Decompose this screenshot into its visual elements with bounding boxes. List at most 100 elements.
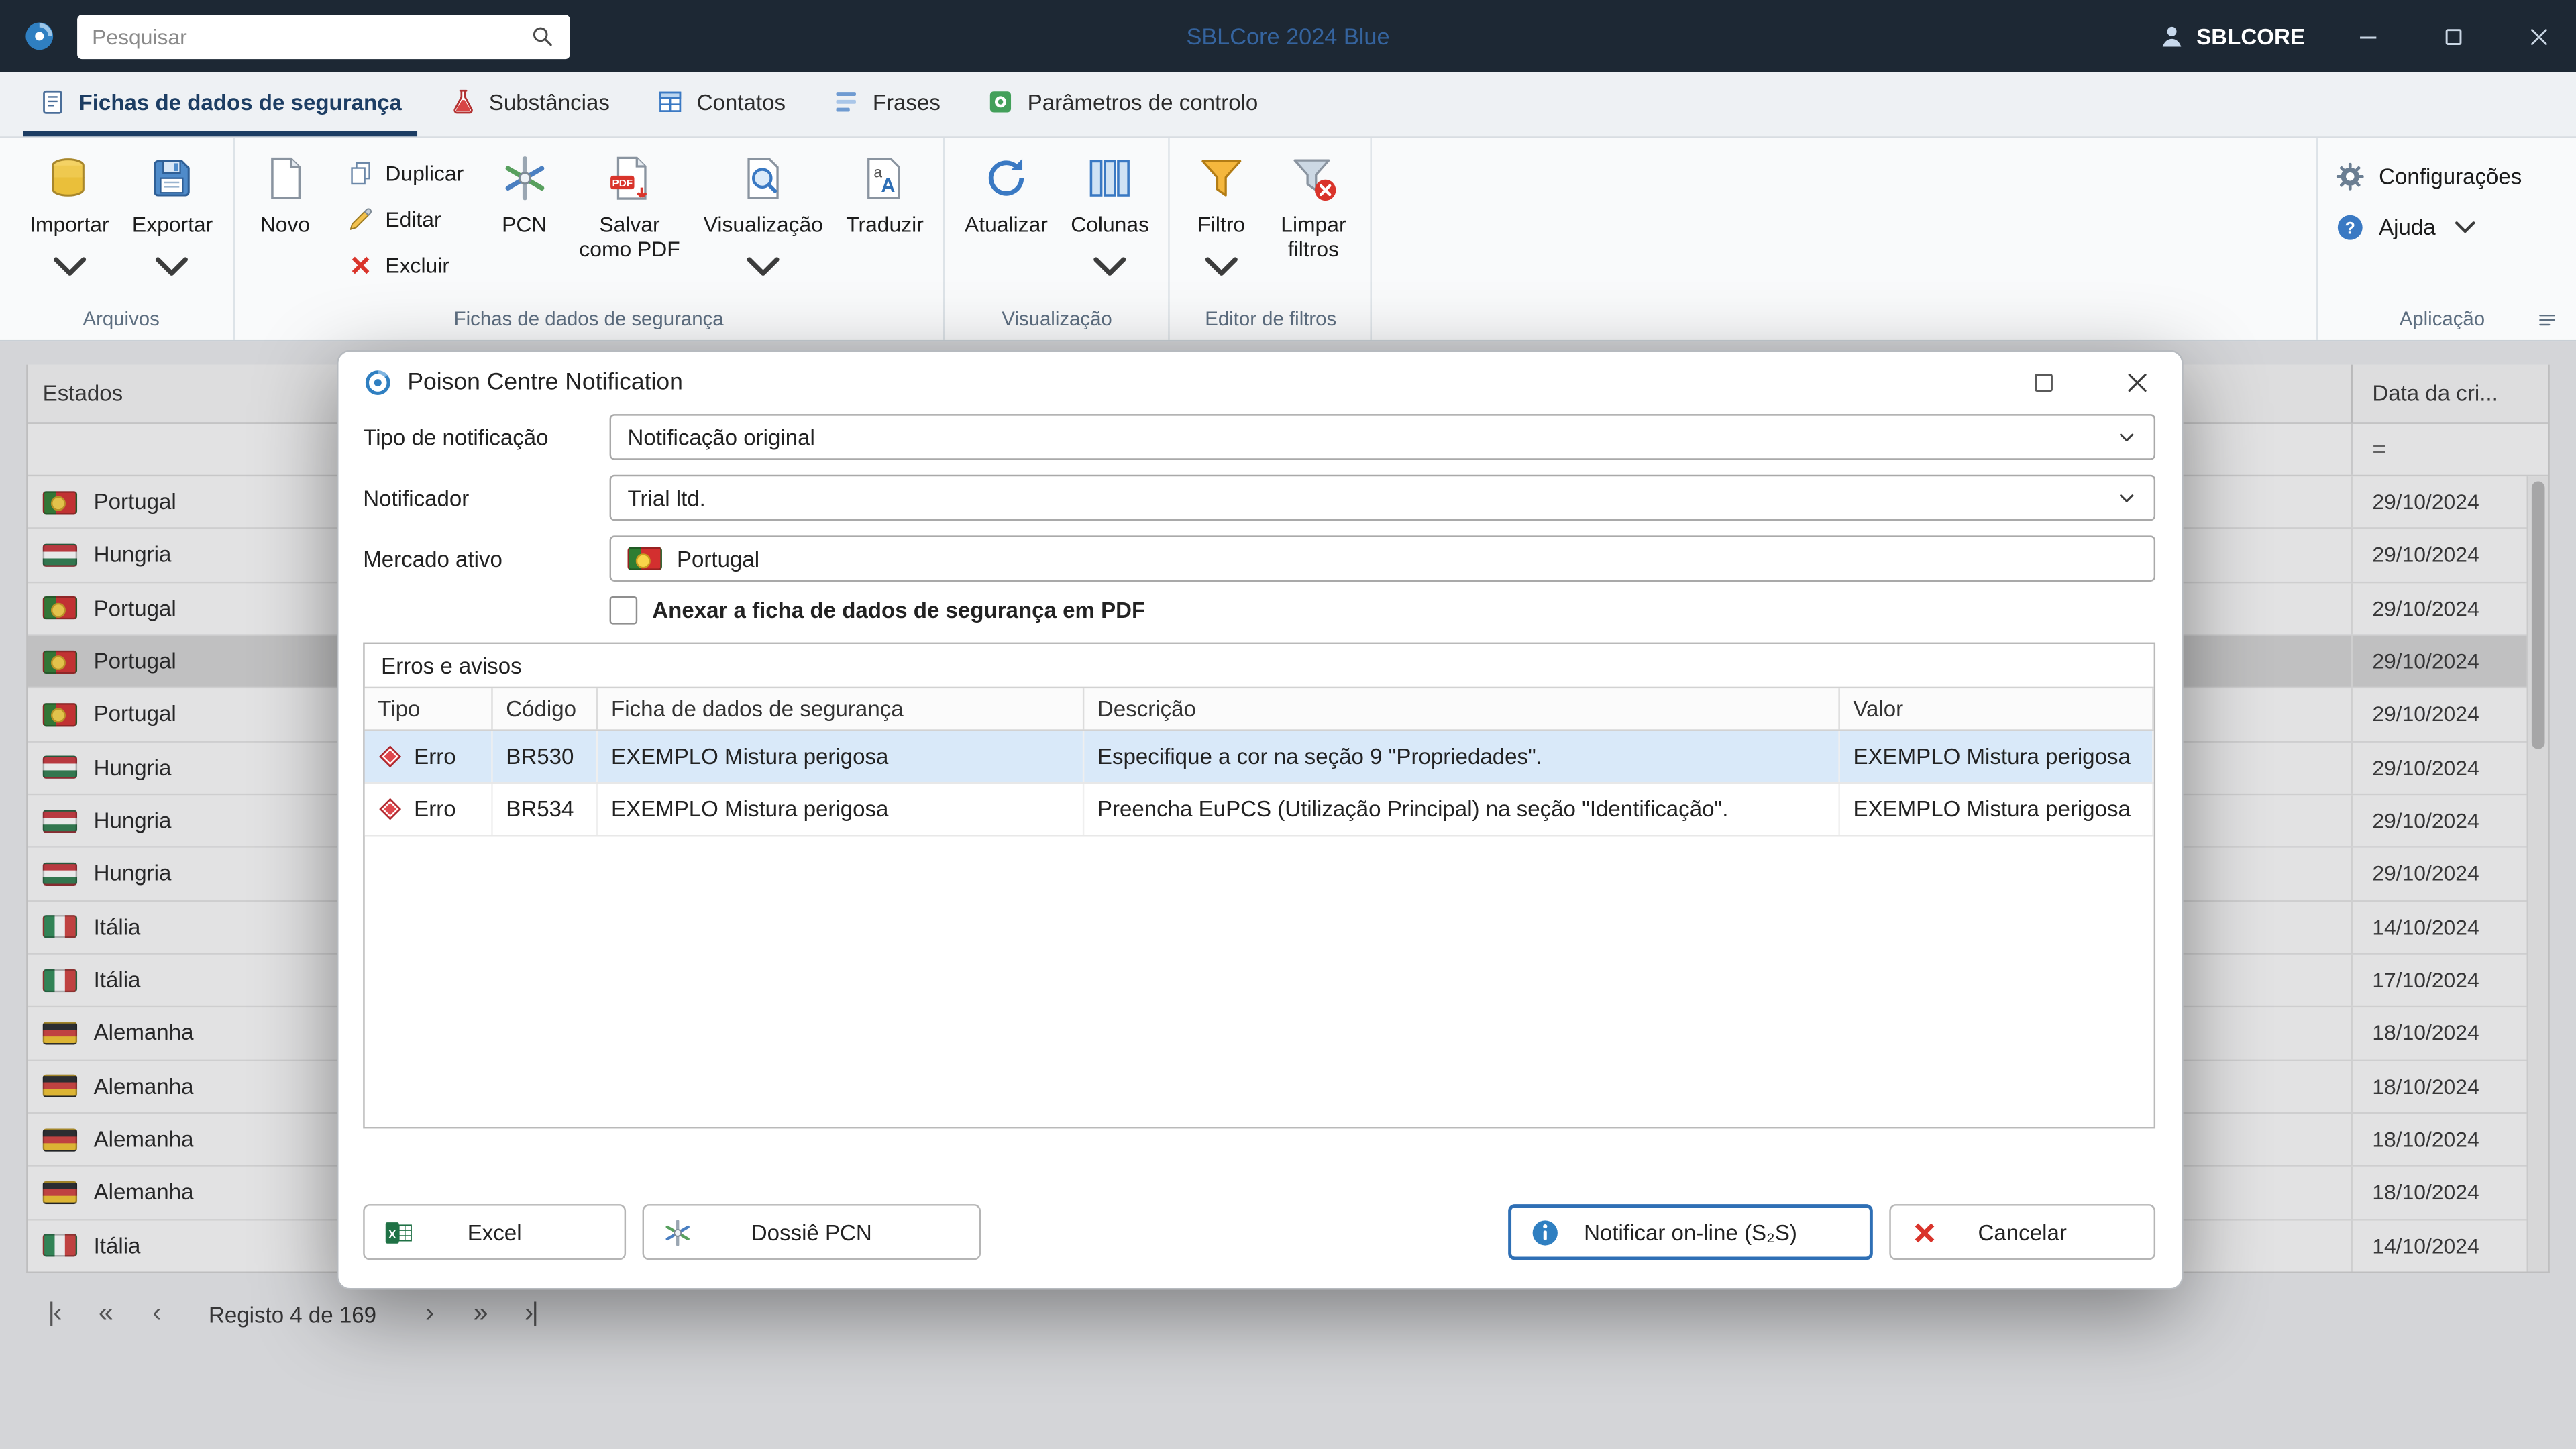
- ribbon-group-label: Arquivos: [19, 304, 223, 340]
- ribbon-button-configuracoes[interactable]: Configurações: [2324, 151, 2559, 202]
- ribbon-button-stack: Duplicar Editar Excluir: [329, 142, 480, 281]
- ribbon-tabs: Fichas de dados de segurança Substâncias C…: [0, 72, 2576, 138]
- errors-column-codigo[interactable]: Código: [493, 688, 598, 729]
- svg-text:A: A: [881, 175, 896, 197]
- errors-groupbox: Erros e avisos TipoCódigoFicha de dados …: [363, 643, 2155, 1129]
- tab-contatos[interactable]: Contatos: [641, 72, 800, 137]
- chevron-down-icon: [1085, 241, 1136, 292]
- ribbon-app-group: Configurações? Ajuda Aplicação: [2316, 138, 2566, 340]
- ribbon-button-salvar-como-pdf[interactable]: PDFSalvar como PDF: [569, 142, 690, 266]
- errors-column-valor[interactable]: Valor: [1840, 688, 2154, 729]
- ribbon-group-label: Fichas de dados de segurança: [244, 304, 934, 340]
- error-row-BR530[interactable]: ErroBR530EXEMPLO Mistura perigosaEspecif…: [365, 731, 2154, 784]
- error-type-cell: Erro: [365, 784, 493, 835]
- ribbon-button-visualizacao[interactable]: Visualização: [694, 142, 833, 296]
- user-icon: [2157, 21, 2186, 51]
- tab-parametros-de-controlo[interactable]: Parâmetros de controlo: [971, 72, 1273, 137]
- search-input[interactable]: [92, 24, 529, 49]
- close-button[interactable]: [2525, 22, 2553, 50]
- search-box[interactable]: [77, 14, 570, 58]
- import-database-icon: [44, 153, 95, 204]
- cancel-button-label: Cancelar: [1978, 1220, 2067, 1244]
- ribbon-button-duplicar[interactable]: Duplicar: [339, 158, 470, 189]
- ribbon-button-importar[interactable]: Importar: [19, 142, 119, 296]
- ribbon-button-traduzir[interactable]: aATraduzir: [837, 142, 934, 241]
- dialog-maximize-button[interactable]: [2029, 368, 2058, 398]
- excel-button-label: Excel: [468, 1220, 522, 1244]
- info-icon: [1529, 1216, 1561, 1248]
- search-icon[interactable]: [529, 23, 555, 49]
- preview-icon: [738, 153, 789, 204]
- tab-frases[interactable]: Frases: [817, 72, 955, 137]
- app-logo-icon: [23, 19, 56, 52]
- export-save-icon: [147, 153, 198, 204]
- dialog-close-button[interactable]: [2123, 368, 2152, 398]
- chevron-down-icon: [2116, 427, 2137, 448]
- pcn-asterisk-icon: [662, 1216, 694, 1248]
- notifier-label: Notificador: [363, 486, 609, 511]
- ribbon-group-editor-de-filtros: FiltroLimpar filtrosEditor de filtros: [1171, 138, 1373, 340]
- refresh-icon: [981, 153, 1032, 204]
- maximize-button[interactable]: [2440, 22, 2468, 50]
- errors-group-title: Erros e avisos: [365, 644, 2154, 687]
- notification-type-select[interactable]: Notificação original: [610, 414, 2155, 460]
- button-label: Salvar como PDF: [579, 213, 681, 262]
- phrases-icon: [832, 87, 861, 117]
- user-area[interactable]: SBLCORE: [2157, 21, 2304, 51]
- ribbon-button-filtro[interactable]: Filtro: [1181, 142, 1263, 296]
- chevron-down-icon: [1196, 241, 1247, 292]
- minimize-button[interactable]: [2354, 22, 2382, 50]
- app-window: SBLCore 2024 Blue SBLCORE Fichas de dado…: [0, 0, 2576, 1449]
- contacts-icon: [655, 87, 685, 117]
- ribbon-button-atualizar[interactable]: Atualizar: [955, 142, 1057, 241]
- active-market-field[interactable]: Portugal: [610, 535, 2155, 582]
- excel-button[interactable]: X Excel: [363, 1204, 626, 1260]
- dossie-pcn-button[interactable]: Dossiê PCN: [643, 1204, 981, 1260]
- ribbon-button-colunas[interactable]: Colunas: [1061, 142, 1159, 296]
- ribbon-button-limpar-filtros[interactable]: Limpar filtros: [1266, 142, 1361, 266]
- error-sds-cell: EXEMPLO Mistura perigosa: [598, 784, 1084, 835]
- tab-substancias[interactable]: Substâncias: [433, 72, 624, 137]
- tab-label: Frases: [873, 89, 941, 114]
- ribbon-button-ajuda[interactable]: ? Ajuda: [2324, 202, 2559, 253]
- button-label: Novo: [260, 213, 310, 238]
- error-diamond-icon: [378, 797, 402, 822]
- tab-fichas-de-dados-de-seguranca[interactable]: Fichas de dados de segurança: [23, 72, 417, 137]
- ribbon-button-pcn[interactable]: PCN: [484, 142, 566, 241]
- ribbon-toolbar: Importar Exportar Arquivos Novo Duplicar Edit…: [0, 138, 2576, 342]
- button-label: Excluir: [385, 253, 449, 278]
- chevron-down-icon: [44, 241, 95, 292]
- ribbon-group-visualizacao: AtualizarColunasVisualização: [945, 138, 1171, 340]
- errors-column-descricao[interactable]: Descrição: [1084, 688, 1840, 729]
- button-label: Exportar: [132, 213, 213, 238]
- button-label: Colunas: [1071, 213, 1149, 238]
- ribbon-button-excluir[interactable]: Excluir: [339, 250, 470, 281]
- ribbon-collapse-icon: [2535, 307, 2560, 331]
- errors-column-tipo[interactable]: Tipo: [365, 688, 493, 729]
- ribbon-group-label-row: Aplicação: [2324, 304, 2559, 340]
- errors-column-ficha-de-dados-de-seguranca[interactable]: Ficha de dados de segurança: [598, 688, 1084, 729]
- ribbon-group-fichas-de-dados-de-seguranca: Novo Duplicar Editar Excluir PCNPDFSalvar co…: [234, 138, 945, 340]
- tab-label: Substâncias: [489, 89, 610, 114]
- notify-online-button[interactable]: Notificar on-line (S₂S): [1508, 1204, 1873, 1260]
- help-icon: ?: [2334, 212, 2366, 244]
- attach-pdf-checkbox[interactable]: [610, 596, 638, 625]
- notification-type-label: Tipo de notificação: [363, 425, 609, 449]
- attach-pdf-label: Anexar a ficha de dados de segurança em …: [652, 598, 1145, 623]
- svg-text:?: ?: [2345, 219, 2355, 237]
- button-label: Importar: [30, 213, 109, 238]
- ribbon-button-editar[interactable]: Editar: [339, 204, 470, 235]
- chevron-down-icon: [738, 241, 789, 292]
- cancel-button[interactable]: Cancelar: [1889, 1204, 2155, 1260]
- errors-table-rows: ErroBR530EXEMPLO Mistura perigosaEspecif…: [365, 731, 2154, 837]
- error-row-BR534[interactable]: ErroBR534EXEMPLO Mistura perigosaPreench…: [365, 784, 2154, 836]
- button-label: Duplicar: [385, 161, 464, 186]
- pcn-logo-icon: [363, 368, 392, 398]
- ribbon-button-exportar[interactable]: Exportar: [122, 142, 223, 296]
- button-label: Ajuda: [2379, 215, 2436, 240]
- button-label: Traduzir: [846, 213, 924, 238]
- ribbon-button-novo[interactable]: Novo: [244, 142, 326, 241]
- button-label: Configurações: [2379, 164, 2522, 189]
- notifier-select[interactable]: Trial ltd.: [610, 475, 2155, 521]
- error-code-cell: BR534: [493, 784, 598, 835]
